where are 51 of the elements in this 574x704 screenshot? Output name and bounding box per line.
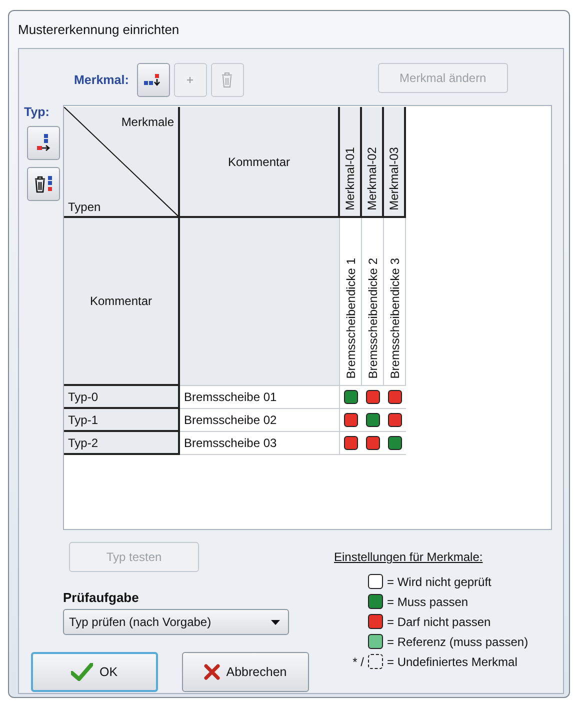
state-toggle[interactable] xyxy=(366,436,380,450)
add-type-button[interactable] xyxy=(27,126,60,160)
table-cell: Bremsscheibendicke 1 xyxy=(340,218,362,386)
column-header[interactable]: Merkmal-02 xyxy=(362,107,384,218)
dashed-square-icon xyxy=(368,654,383,669)
table-cell: Bremsscheibendicke 2 xyxy=(362,218,384,386)
feature-toolbar-label: Merkmal: xyxy=(74,73,129,87)
task-label: Prüfaufgabe xyxy=(63,590,139,605)
legend-text: = Referenz (muss passen) xyxy=(387,634,528,648)
delete-row-icon xyxy=(34,175,54,193)
task-dropdown[interactable]: Typ prüfen (nach Vorgabe) xyxy=(63,609,289,635)
table-cell: Bremsscheibe 01 xyxy=(180,386,340,409)
window-title: Mustererkennung einrichten xyxy=(17,21,180,39)
table-cell: Bremsscheibe 02 xyxy=(180,409,340,432)
add-row-icon xyxy=(36,134,50,152)
type-toolbar-label: Typ: xyxy=(24,105,50,119)
trash-icon xyxy=(221,72,234,88)
column-header[interactable]: Merkmal-03 xyxy=(384,107,406,218)
ok-button[interactable]: OK xyxy=(31,652,158,692)
plus-icon xyxy=(186,76,194,84)
legend-text: = Darf nicht passen xyxy=(387,614,491,628)
add-feature-button[interactable] xyxy=(136,63,170,97)
table-cell: Bremsscheibe 03 xyxy=(180,432,340,455)
row-header[interactable]: Typ-2 xyxy=(64,432,180,455)
row-header: Kommentar xyxy=(64,218,180,386)
dropdown-caret-icon xyxy=(271,620,280,624)
row-axis-label: Typen xyxy=(68,200,101,214)
state-toggle[interactable] xyxy=(344,436,358,450)
column-header: Kommentar xyxy=(180,107,340,218)
state-toggle[interactable] xyxy=(344,390,358,404)
column-header[interactable]: Merkmal-01 xyxy=(340,107,362,218)
table-cell: Bremsscheibendicke 3 xyxy=(384,218,406,386)
cross-icon xyxy=(204,664,220,680)
state-toggle[interactable] xyxy=(388,390,402,404)
add-column-icon xyxy=(144,73,162,87)
state-toggle[interactable] xyxy=(388,436,402,450)
legend-prefix: * / xyxy=(352,654,364,668)
delete-type-button[interactable] xyxy=(27,167,60,201)
state-toggle[interactable] xyxy=(388,413,402,427)
legend-text: = Wird nicht geprüft xyxy=(387,574,492,588)
legend-title: Einstellungen für Merkmale: xyxy=(334,550,483,564)
row-header[interactable]: Typ-1 xyxy=(64,409,180,432)
state-toggle[interactable] xyxy=(366,390,380,404)
column-axis-label: Merkmale xyxy=(121,115,174,129)
state-toggle[interactable] xyxy=(366,413,380,427)
checkmark-icon xyxy=(71,663,94,681)
legend-text: = Undefiniertes Merkmal xyxy=(387,654,518,668)
row-header[interactable]: Typ-0 xyxy=(64,386,180,409)
cancel-button[interactable]: Abbrechen xyxy=(182,652,309,692)
legend-text: = Muss passen xyxy=(387,594,468,608)
state-toggle[interactable] xyxy=(344,413,358,427)
